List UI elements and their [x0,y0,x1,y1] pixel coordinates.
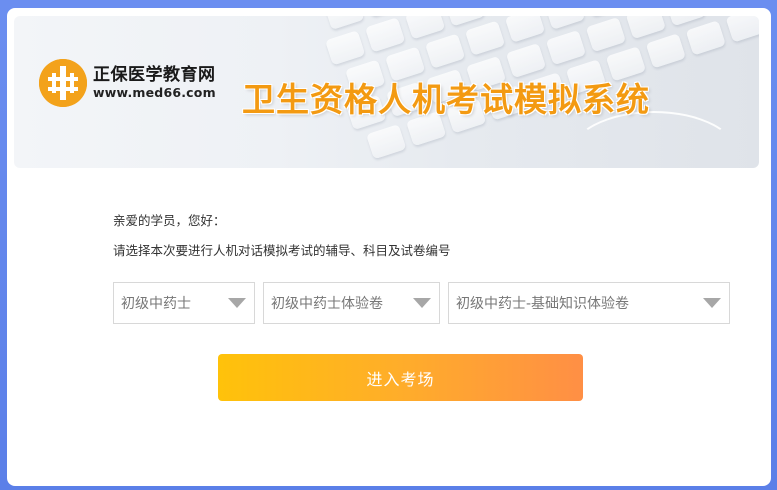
chevron-down-icon [228,298,246,308]
keyboard-key-decoration [404,16,446,40]
keyboard-key-decoration [605,46,647,82]
course-select-value: 初级中药士 [121,296,191,312]
keyboard-key-decoration [584,16,626,17]
keyboard-key-decoration [505,42,547,79]
paper-select-value: 初级中药士-基础知识体验卷 [456,296,630,312]
main-card: 正保医学教育网 www.med66.com 卫生资格人机考试模拟系统 亲爱的学员… [7,8,771,486]
keyboard-key-decoration [545,29,587,66]
keyboard-key-decoration [665,16,706,27]
logo-url: www.med66.com [93,85,216,100]
greeting-text: 亲爱的学员，您好： [113,213,226,228]
course-select[interactable]: 初级中药士 [113,282,255,324]
page-title: 卫生资格人机考试模拟系统 [242,80,650,119]
keyboard-key-decoration [324,16,365,30]
keyboard-key-decoration [366,124,407,160]
keyboard-key-decoration [685,20,726,56]
instruction-text: 请选择本次要进行人机对话模拟考试的辅导、科目及试卷编号 [113,243,451,258]
keyboard-key-decoration [585,16,627,53]
keyboard-key-decoration [325,30,366,66]
enter-exam-button[interactable]: 进入考场 [218,354,583,401]
keyboard-key-decoration [384,46,426,82]
keyboard-key-decoration [444,16,486,27]
brand-logo: 正保医学教育网 www.med66.com [39,59,216,107]
chevron-down-icon [703,298,721,308]
keyboard-key-decoration [645,33,687,69]
logo-name: 正保医学教育网 [93,65,216,85]
med66-logo-icon [39,59,87,107]
header-banner: 正保医学教育网 www.med66.com 卫生资格人机考试模拟系统 [14,16,759,168]
keyboard-key-decoration [464,20,506,56]
keyboard-key-decoration [363,16,405,17]
keyboard-key-decoration [544,16,586,30]
keyboard-key-decoration [504,16,546,43]
paper-select[interactable]: 初级中药士-基础知识体验卷 [448,282,730,324]
subject-select-value: 初级中药士体验卷 [271,296,383,312]
keyboard-key-decoration [725,16,759,43]
keyboard-key-decoration [424,33,466,69]
keyboard-key-decoration [625,16,667,40]
keyboard-key-decoration [364,17,406,53]
chevron-down-icon [413,298,431,308]
subject-select[interactable]: 初级中药士体验卷 [263,282,440,324]
